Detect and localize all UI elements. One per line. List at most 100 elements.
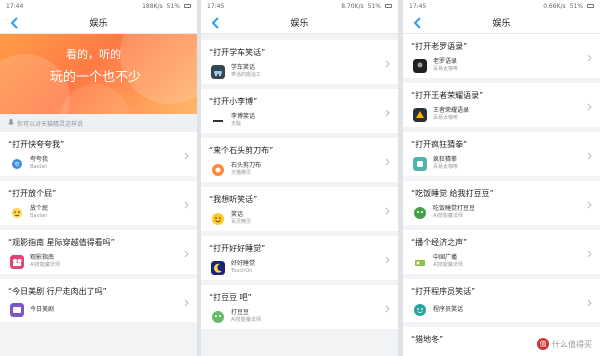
watermark: 值 什么值得买 (537, 338, 592, 350)
status-bar: 17:45 8.70K/s 51% (201, 0, 398, 12)
skill-query: “打开小李博” (209, 97, 258, 106)
skill-name: 老罗语录 (433, 58, 458, 65)
chevron-right-icon (385, 158, 390, 166)
chevron-right-icon (587, 103, 592, 111)
back-button[interactable] (8, 16, 22, 30)
fart-face-icon (10, 205, 24, 220)
chevron-right-icon (385, 256, 390, 264)
skill-name: 今日美剧 (30, 306, 55, 313)
chevron-right-icon (587, 201, 592, 209)
skill-name: 程序员笑话 (433, 306, 464, 313)
skill-query: “打开老罗语录” (411, 42, 468, 51)
skill-author: AI技能魔法师 (433, 213, 463, 219)
skill-card[interactable]: “打开学车笑话” 学车笑话 笑话的搬运工 (201, 40, 398, 84)
page-title: 娱乐 (492, 19, 511, 29)
skill-query: “打开好好睡觉” (209, 244, 266, 253)
chevron-right-icon (184, 152, 189, 160)
skill-card[interactable]: “打开放个屁” 放个屁 Baolan (0, 181, 197, 225)
back-button[interactable] (209, 16, 223, 30)
skill-card[interactable]: “打开程序员笑话” 程序员笑话 (403, 279, 600, 322)
skill-author: 百易太咖啡 (433, 164, 459, 170)
tv-series-icon (10, 303, 24, 317)
smiley-icon (212, 212, 224, 225)
screen-3: 17:45 0.66K/s 51% 娱乐 “打开老罗语录” 老罗语录 百易太咖啡 (403, 0, 600, 356)
nav-bar: 娱乐 (0, 12, 197, 34)
programmer-joke-icon (414, 304, 426, 316)
skill-author: AI技能魔法师 (433, 262, 463, 268)
skill-query: “吃饭睡觉 给我打豆豆” (411, 189, 494, 198)
chevron-left-icon (413, 17, 421, 29)
skill-name: 石头剪刀布 (231, 162, 262, 169)
screen-2: 17:45 8.70K/s 51% 娱乐 “打开学车笑话” 学车笑话 笑话的搬运… (201, 0, 398, 356)
svg-text:夸: 夸 (14, 161, 19, 168)
skill-card[interactable]: “播个经济之声” 中国广播 AI技能魔法师 (403, 230, 600, 274)
skill-card[interactable]: “打开王者荣耀语录” 王者荣耀语录 百易太咖啡 (403, 83, 600, 127)
movie-guide-icon (10, 254, 24, 269)
battery-text: 51% (367, 2, 381, 10)
banner: 看的，听的 玩的一个也不少 (0, 34, 197, 114)
skill-card[interactable]: “打开疯狂猜拳” 疯狂猜拳 百易太咖啡 (403, 132, 600, 176)
skill-card[interactable]: “打开小李博” 李博笑话 无敌 (201, 89, 398, 133)
skill-query: “打豆豆 吧” (209, 293, 252, 302)
chevron-right-icon (184, 299, 189, 306)
skill-card[interactable]: “我想听笑话” 笑话 百灵精灵 (201, 187, 398, 231)
page-title: 娱乐 (290, 19, 309, 29)
skill-query: “打开放个屁” (8, 189, 57, 198)
chevron-right-icon (385, 305, 390, 313)
battery-icon (587, 4, 594, 8)
skill-author: 百灵精灵 (231, 219, 252, 225)
battery-text: 51% (166, 2, 180, 10)
network-speed: 188K/s (142, 2, 163, 10)
screenshot-collage: 17:44 188K/s 51% 娱乐 看的，听的 玩的一个也不少 你可以对天猫… (0, 0, 600, 356)
skill-query: “播个经济之声” (411, 238, 468, 247)
doudou-icon (212, 310, 224, 323)
chevron-right-icon (587, 152, 592, 160)
skill-query: “今日美剧 行尸走肉出了吗” (8, 287, 107, 296)
skill-query: “打开程序员笑话” (411, 287, 476, 296)
skill-author: AI技能魔法师 (231, 317, 261, 323)
skill-card[interactable]: “吃饭睡觉 给我打豆豆” 吃饭睡觉打豆豆 AI技能魔法师 (403, 181, 600, 225)
status-time: 17:44 (6, 2, 24, 10)
libo-joke-icon (211, 113, 225, 128)
skill-query: “打开学车笑话” (209, 48, 266, 57)
skill-author: Baolan (30, 164, 48, 170)
chevron-right-icon (184, 201, 189, 209)
moon-icon (211, 260, 225, 275)
skill-card[interactable]: “打豆豆 吧” 打豆豆 AI技能魔法师 (201, 285, 398, 329)
skill-name: 疯狂猜拳 (433, 156, 458, 163)
skill-author: 天猫精灵 (231, 170, 252, 176)
skill-name: 笑话 (231, 211, 244, 218)
skill-card[interactable]: “打开快夸夸我” 夸 夸夸我 Baolan (0, 132, 197, 176)
skill-card[interactable]: “打开老罗语录” 老罗语录 百易太咖啡 (403, 34, 600, 78)
skill-author: AI技能魔法师 (30, 262, 60, 268)
chevron-right-icon (184, 250, 189, 258)
kuakuawo-icon: 夸 (10, 156, 24, 171)
status-time: 17:45 (207, 2, 225, 10)
chevron-left-icon (10, 17, 18, 29)
chevron-right-icon (587, 54, 592, 62)
skill-card[interactable]: “观影指南 星际穿越值得看吗” 观影指南 AI技能魔法师 (0, 230, 197, 274)
page-title: 娱乐 (89, 19, 108, 29)
skill-name: 好好睡觉 (231, 260, 256, 267)
skill-card[interactable]: “来个石头剪刀布” 石头剪刀布 天猫精灵 (201, 138, 398, 182)
honor-of-kings-icon (413, 107, 427, 122)
skill-query: “观影指南 星际穿越值得看吗” (8, 238, 115, 247)
skill-author: Baolan (30, 213, 48, 219)
skill-name: 学车笑话 (231, 64, 256, 71)
chevron-right-icon (385, 60, 390, 68)
skill-name: 打豆豆 (231, 309, 250, 316)
radio-icon (413, 254, 427, 269)
skill-name: 夸夸我 (30, 156, 49, 163)
screen-1: 17:44 188K/s 51% 娱乐 看的，听的 玩的一个也不少 你可以对天猫… (0, 0, 197, 356)
network-speed: 8.70K/s (341, 2, 364, 10)
doudou-icon (414, 206, 426, 219)
status-time: 17:45 (409, 2, 427, 10)
skill-card[interactable]: “打开好好睡觉” 好好睡觉 TouchOn (201, 236, 398, 280)
network-speed: 0.66K/s (543, 2, 566, 10)
back-button[interactable] (411, 16, 425, 30)
watermark-text: 什么值得买 (552, 339, 592, 349)
skill-query: “打开王者荣耀语录” (411, 91, 484, 100)
battery-icon (385, 4, 392, 8)
skill-card[interactable]: “今日美剧 行尸走肉出了吗” 今日美剧 (0, 279, 197, 322)
skill-query: “来个石头剪刀布” (209, 146, 274, 155)
